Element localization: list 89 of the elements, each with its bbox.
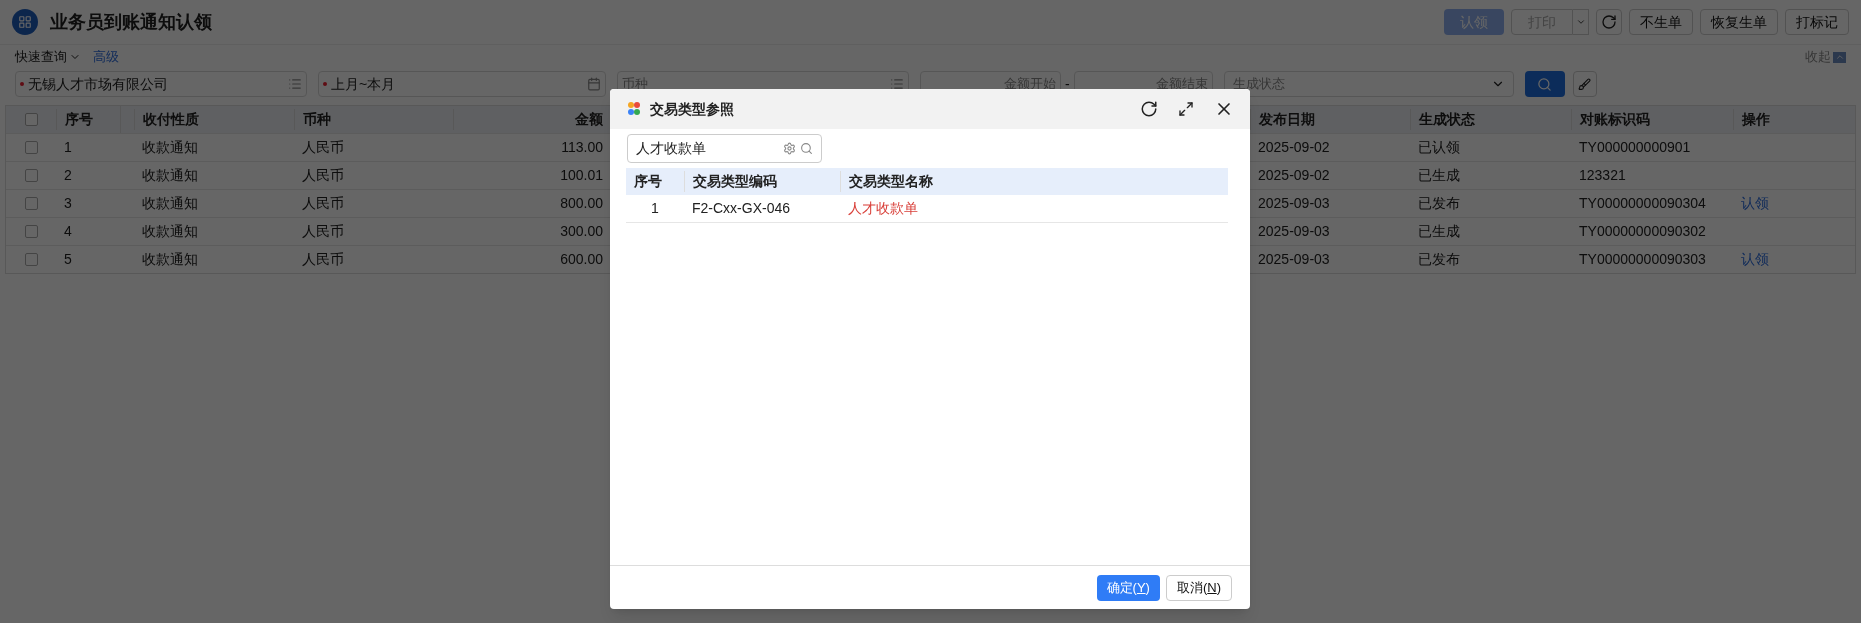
table-cell-text: 人民币	[301, 250, 345, 269]
dialog-title: 交易类型参照	[650, 99, 734, 119]
table-cell-text: 113.00	[560, 138, 604, 157]
table-cell-text: 4	[63, 222, 73, 241]
table-cell-text: 收款通知	[141, 138, 199, 157]
list-icon	[890, 77, 904, 91]
row-checkbox[interactable]	[24, 197, 38, 210]
range-separator: -	[1065, 74, 1070, 94]
table-cell-text: 收款通知	[141, 250, 199, 269]
clear-button[interactable]	[1572, 71, 1597, 97]
field-value: 无锡人才市场有限公司	[28, 74, 168, 94]
table-cell-text: TY00000000090303	[1578, 250, 1707, 269]
column-header: 交易类型编码	[684, 171, 840, 192]
settings-icon	[783, 142, 796, 155]
search-field[interactable]: 人才收款单	[627, 134, 822, 163]
page-title: 业务员到账通知认领	[50, 10, 212, 34]
quick-query-toggle[interactable]: 快速查询	[15, 47, 67, 67]
table-cell-text: 已发布	[1417, 194, 1461, 213]
maximize-icon[interactable]	[1178, 101, 1194, 117]
table-cell-text: 收款通知	[141, 166, 199, 185]
table-cell-text: 收款通知	[141, 222, 199, 241]
row-checkbox[interactable]	[24, 225, 38, 238]
calendar-icon	[587, 77, 601, 91]
toolbar-button[interactable]: 不生单	[1629, 9, 1693, 35]
table-cell-text: 2025-09-02	[1257, 166, 1331, 185]
search-icon	[800, 142, 813, 155]
column-header: 生成状态	[1410, 109, 1571, 130]
table-cell-text: 已生成	[1417, 166, 1461, 185]
caret-icon	[1575, 17, 1586, 27]
app-logo-icon	[626, 101, 642, 117]
list-icon	[288, 77, 302, 91]
column-header: 币种	[294, 109, 453, 130]
advanced-link[interactable]: 高级	[93, 47, 119, 67]
column-header: 序号	[633, 172, 663, 191]
claim-link[interactable]: 认领	[1741, 195, 1769, 211]
table-cell-text: 2025-09-03	[1257, 250, 1331, 269]
select-field[interactable]: 无锡人才市场有限公司	[15, 71, 307, 97]
toolbar-button[interactable]: 打标记	[1785, 9, 1849, 35]
table-cell-text: 人才收款单	[847, 199, 919, 218]
table-cell-text: 1	[63, 138, 73, 157]
table-cell-text: 收款通知	[141, 194, 199, 213]
table-cell-text: 5	[63, 250, 73, 269]
table-cell-text: TY00000000090304	[1578, 194, 1707, 213]
table-cell-text: 人民币	[301, 166, 345, 185]
table-cell-text: 300.00	[559, 222, 604, 241]
row-checkbox[interactable]	[24, 113, 38, 126]
collapse-icon[interactable]	[1833, 51, 1846, 63]
app-logo-icon	[12, 9, 38, 35]
confirm-button[interactable]: 确定(Y)	[1096, 574, 1160, 601]
table-cell-text: 人民币	[301, 194, 345, 213]
refresh-button[interactable]	[1596, 9, 1622, 35]
result-row[interactable]: 1 F2-Cxx-GX-046 人才收款单	[626, 195, 1228, 223]
table-cell-text: 800.00	[559, 194, 604, 213]
table-cell-text: 已发布	[1417, 250, 1461, 269]
table-cell-text: TY00000000090302	[1578, 222, 1707, 241]
table-cell-text: 已生成	[1417, 222, 1461, 241]
row-checkbox[interactable]	[24, 169, 38, 182]
table-cell-text: 人民币	[301, 222, 345, 241]
row-checkbox[interactable]	[24, 253, 38, 266]
table-cell-text: F2-Cxx-GX-046	[691, 199, 792, 218]
print-dropdown[interactable]	[1573, 9, 1589, 35]
claim-link[interactable]: 认领	[1741, 251, 1769, 267]
table-cell-text: 123321	[1578, 166, 1627, 185]
column-header: 对账标识码	[1571, 109, 1733, 130]
field-value: 上月~本月	[331, 74, 396, 94]
brush-icon	[1578, 77, 1592, 91]
table-cell-text: 2	[63, 166, 73, 185]
table-cell-text: 2025-09-02	[1257, 138, 1331, 157]
search-button[interactable]	[1524, 71, 1565, 97]
table-cell-text: TY000000000901	[1578, 138, 1692, 157]
column-header: 操作	[1733, 109, 1855, 130]
table-cell-text: 人民币	[301, 138, 345, 157]
table-cell-text: 2025-09-03	[1257, 222, 1331, 241]
toolbar-button[interactable]: 恢复生单	[1700, 9, 1778, 35]
table-cell-text: 3	[63, 194, 73, 213]
refresh-icon[interactable]	[1140, 100, 1158, 118]
column-header: 收付性质	[134, 109, 294, 130]
refresh-icon	[1601, 14, 1617, 30]
table-cell-text: 已认领	[1417, 138, 1461, 157]
column-header: 交易类型名称	[840, 171, 1228, 192]
row-checkbox[interactable]	[24, 141, 38, 154]
table-cell-text: 100.01	[559, 166, 604, 185]
date-field[interactable]: 上月~本月	[318, 71, 606, 97]
search-icon	[1537, 76, 1553, 92]
column-header: 序号	[56, 109, 120, 130]
cancel-button[interactable]: 取消(N)	[1165, 574, 1232, 601]
table-cell-text: 2025-09-03	[1257, 194, 1331, 213]
table-cell-text: 1	[650, 199, 660, 218]
table-cell-text: 600.00	[559, 250, 604, 269]
